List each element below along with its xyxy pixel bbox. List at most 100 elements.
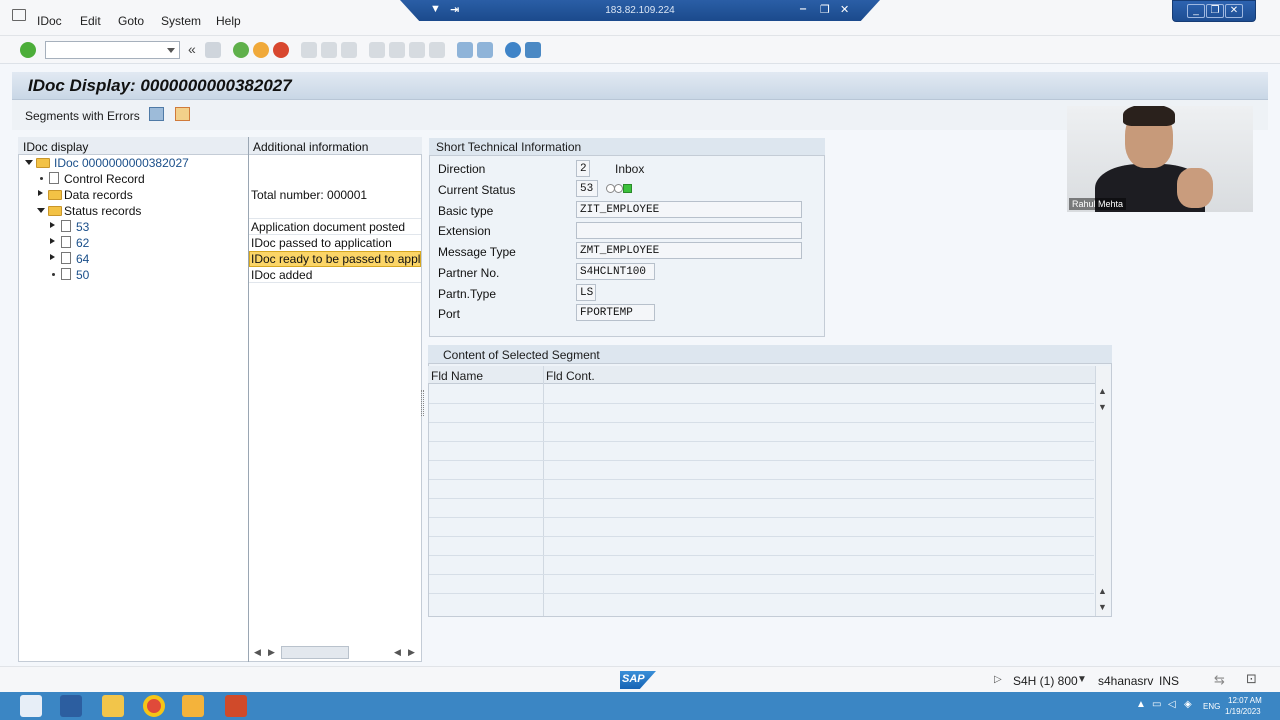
expand-icon[interactable] xyxy=(25,160,33,165)
extension-field[interactable] xyxy=(576,222,802,239)
remote-minimize-icon[interactable]: ‒ xyxy=(800,3,806,15)
table-row xyxy=(429,441,1094,442)
menu-edit[interactable]: Edit xyxy=(80,14,101,28)
tree-root-idoc[interactable]: IDoc 0000000000382027 xyxy=(54,156,189,170)
tree-data-records[interactable]: Data records xyxy=(64,188,133,202)
volume-icon[interactable]: ◁ xyxy=(1168,699,1176,710)
last-page-icon[interactable] xyxy=(429,42,445,58)
scroll-down-icon[interactable]: ▼ xyxy=(1098,402,1107,412)
remote-restore-icon[interactable]: ❐ xyxy=(820,3,830,16)
horizontal-scrollbar[interactable] xyxy=(281,646,349,659)
file-explorer-icon[interactable] xyxy=(102,695,124,717)
col-fld-name[interactable]: Fld Name xyxy=(431,369,483,383)
scroll-left-icon[interactable]: ◀ xyxy=(254,647,261,658)
collapsed-icon[interactable] xyxy=(50,222,55,228)
splitter-handle[interactable] xyxy=(421,390,424,416)
clock-time[interactable]: 12:07 AM xyxy=(1228,696,1262,705)
language-indicator[interactable]: ENG xyxy=(1203,702,1220,711)
system-menu-icon[interactable] xyxy=(12,9,26,21)
bullet-icon xyxy=(40,177,43,180)
minimize-icon[interactable]: _ xyxy=(1187,4,1205,18)
tree-control-record[interactable]: Control Record xyxy=(64,172,145,186)
menu-idoc[interactable]: IDoc xyxy=(37,14,62,28)
document-icon xyxy=(61,252,71,264)
collapsed-icon[interactable] xyxy=(38,190,43,196)
previous-page-icon[interactable] xyxy=(389,42,405,58)
presenter-hair xyxy=(1123,106,1175,126)
direction-text: Inbox xyxy=(615,162,645,176)
port-field[interactable]: FPORTEMP xyxy=(576,304,655,321)
close-icon[interactable]: ✕ xyxy=(1225,4,1243,18)
back-icon[interactable] xyxy=(233,42,249,58)
powerpoint-icon[interactable] xyxy=(225,695,247,717)
enter-icon[interactable] xyxy=(20,42,36,58)
col-fld-cont[interactable]: Fld Cont. xyxy=(546,369,595,383)
cancel-icon[interactable] xyxy=(273,42,289,58)
save-icon[interactable] xyxy=(205,42,221,58)
segment-table-header xyxy=(428,366,1095,384)
collapsed-icon[interactable] xyxy=(50,254,55,260)
vertical-scrollbar[interactable]: ▲ ▼ ▲ ▼ xyxy=(1095,366,1110,616)
partn-type-field[interactable]: LS xyxy=(576,284,596,301)
sap-logon-icon[interactable] xyxy=(182,695,204,717)
layout-icon[interactable] xyxy=(525,42,541,58)
chevron-down-icon[interactable] xyxy=(167,48,175,53)
lock-icon[interactable]: ⊡ xyxy=(1246,671,1257,687)
expand-icon[interactable] xyxy=(149,107,164,121)
tree-status-records[interactable]: Status records xyxy=(64,204,141,218)
collapse-icon[interactable]: « xyxy=(188,41,196,57)
exit-icon[interactable] xyxy=(253,42,269,58)
basic-type-field[interactable]: ZIT_EMPLOYEE xyxy=(576,201,802,218)
help-icon[interactable] xyxy=(505,42,521,58)
maximize-icon[interactable]: ❐ xyxy=(1206,4,1224,18)
find-next-icon[interactable] xyxy=(341,42,357,58)
tree-icon[interactable] xyxy=(175,107,190,121)
notification-icon[interactable]: ◈ xyxy=(1184,699,1192,710)
chevron-down-icon[interactable]: ▼ xyxy=(1077,674,1087,685)
collapsed-icon[interactable] xyxy=(50,238,55,244)
system-info[interactable]: S4H (1) 800 xyxy=(1013,674,1078,688)
col-additional-info: Additional information xyxy=(253,140,369,154)
insert-mode: INS xyxy=(1159,674,1180,688)
current-status-field[interactable]: 53 xyxy=(576,180,598,197)
scroll-left-icon[interactable]: ◀ xyxy=(394,647,401,658)
segments-with-errors-button[interactable]: Segments with Errors xyxy=(25,109,140,123)
swap-icon[interactable]: ⇆ xyxy=(1214,672,1225,688)
start-icon[interactable] xyxy=(20,695,42,717)
status-code-53[interactable]: 53 xyxy=(76,220,89,234)
next-page-icon[interactable] xyxy=(409,42,425,58)
page-title: IDoc Display: 0000000000382027 xyxy=(28,76,292,95)
scroll-up-icon[interactable]: ▲ xyxy=(1098,586,1107,596)
message-type-field[interactable]: ZMT_EMPLOYEE xyxy=(576,242,802,259)
first-page-icon[interactable] xyxy=(369,42,385,58)
find-icon[interactable] xyxy=(321,42,337,58)
command-field[interactable] xyxy=(45,41,180,59)
status-code-62[interactable]: 62 xyxy=(76,236,89,250)
menu-goto[interactable]: Goto xyxy=(118,14,144,28)
expand-icon[interactable] xyxy=(37,208,45,213)
folder-icon xyxy=(36,158,50,168)
status-code-64[interactable]: 64 xyxy=(76,252,89,266)
network-icon[interactable]: ▭ xyxy=(1152,699,1161,710)
shortcut-icon[interactable] xyxy=(477,42,493,58)
partner-no-field[interactable]: S4HCLNT100 xyxy=(576,263,655,280)
scroll-right-icon[interactable]: ▶ xyxy=(268,647,275,658)
status-text-64[interactable]: IDoc ready to be passed to applica xyxy=(251,252,420,266)
chrome-icon[interactable] xyxy=(143,695,165,717)
remote-close-icon[interactable]: ✕ xyxy=(840,3,849,16)
scroll-down-icon[interactable]: ▼ xyxy=(1098,602,1107,612)
scroll-right-icon[interactable]: ▶ xyxy=(408,647,415,658)
menu-help[interactable]: Help xyxy=(216,14,241,28)
column-divider[interactable] xyxy=(248,137,249,662)
powershell-icon[interactable] xyxy=(60,695,82,717)
direction-field[interactable]: 2 xyxy=(576,160,590,177)
status-code-50[interactable]: 50 xyxy=(76,268,89,282)
scroll-up-icon[interactable]: ▲ xyxy=(1098,386,1107,396)
new-session-icon[interactable] xyxy=(457,42,473,58)
document-icon xyxy=(61,268,71,280)
play-icon[interactable]: ▷ xyxy=(994,674,1002,685)
clock-date[interactable]: 1/19/2023 xyxy=(1225,707,1261,716)
print-icon[interactable] xyxy=(301,42,317,58)
menu-system[interactable]: System xyxy=(161,14,201,28)
tray-chevron-icon[interactable]: ▲ xyxy=(1136,699,1146,710)
